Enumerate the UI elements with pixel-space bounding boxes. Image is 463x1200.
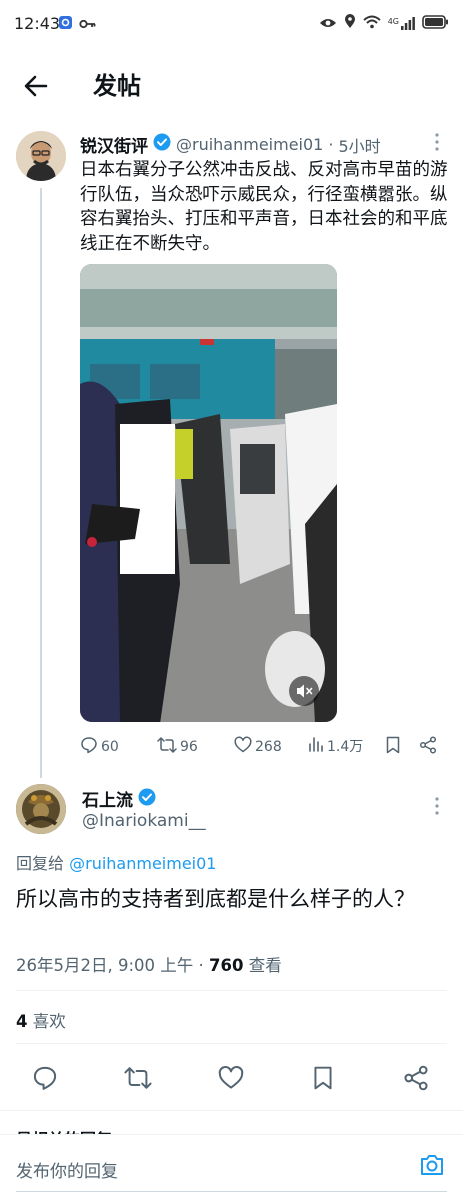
reply-composer[interactable]: 发布你的回复: [0, 1134, 463, 1200]
vpn-icon: [58, 15, 73, 34]
verified-badge-icon: [153, 133, 171, 156]
signal-icon: 4G: [388, 17, 415, 30]
reply-icon: [80, 736, 98, 758]
bookmark-icon: [312, 1065, 334, 1095]
share-icon: [419, 736, 437, 758]
author-name[interactable]: 锐汉街评: [80, 132, 148, 157]
bookmark-icon: [385, 736, 401, 758]
reply-count: 60: [101, 739, 119, 755]
views-label: 查看: [243, 956, 282, 975]
wifi-icon: [363, 14, 381, 33]
top-app-bar: 发帖: [0, 52, 463, 118]
network-type: 4G: [387, 17, 399, 26]
post-date: 26年5月2日, 9:00 上午 ·: [16, 956, 210, 975]
repost-icon: [157, 736, 177, 758]
like-icon: [218, 1065, 244, 1094]
video-player[interactable]: [80, 264, 337, 722]
post-action-bar: [0, 1052, 463, 1104]
more-icon[interactable]: [430, 795, 444, 821]
thread-connector: [40, 188, 42, 778]
share-button[interactable]: [403, 1065, 429, 1095]
post-text: 所以高市的支持者到底都是什么样子的人？: [16, 887, 415, 911]
views-count: 760: [209, 956, 244, 975]
like-count: 268: [255, 738, 282, 755]
likes-label: 喜欢: [27, 1012, 66, 1031]
bookmark-button[interactable]: [385, 736, 401, 758]
likes-count: 4: [16, 1012, 28, 1031]
more-icon[interactable]: [430, 131, 444, 157]
repost-button[interactable]: 96: [157, 736, 198, 758]
location-icon: [344, 14, 356, 33]
eye-icon: [319, 14, 337, 33]
avatar[interactable]: [16, 131, 66, 181]
page-title: 发帖: [93, 72, 141, 100]
post-time: 5小时: [338, 136, 381, 156]
views-icon: [308, 736, 324, 756]
like-button[interactable]: [218, 1065, 244, 1094]
divider: [16, 990, 447, 991]
post-text: 日本右翼分子公然冲击反战、反对高市早苗的游行队伍，当众恐吓示威民众，行径蛮横嚣张…: [80, 160, 448, 254]
reply-prefix: 回复给: [16, 854, 65, 873]
reply-button[interactable]: 60: [80, 736, 119, 758]
views-button[interactable]: 1.4万: [308, 736, 363, 756]
camera-icon[interactable]: [419, 1153, 445, 1181]
divider: [16, 1043, 447, 1044]
share-icon: [403, 1065, 429, 1095]
likes-summary[interactable]: 4 喜欢: [16, 1008, 66, 1032]
repost-icon: [124, 1065, 152, 1095]
key-icon: [79, 15, 97, 34]
author-handle[interactable]: @ruihanmeimei01: [176, 135, 323, 154]
repost-count: 96: [180, 739, 198, 755]
like-icon: [234, 736, 252, 757]
share-button[interactable]: [419, 736, 437, 758]
views-count: 1.4万: [327, 739, 364, 755]
reply-context: 回复给 @ruihanmeimei01: [16, 850, 216, 874]
post-author-row: 石上流: [82, 786, 156, 811]
repost-button[interactable]: [124, 1065, 152, 1095]
like-button[interactable]: 268: [234, 736, 282, 757]
divider: [0, 1110, 463, 1111]
back-arrow-icon[interactable]: [20, 70, 52, 102]
reply-target-link[interactable]: @ruihanmeimei01: [69, 854, 216, 873]
avatar[interactable]: [16, 784, 66, 834]
reply-button[interactable]: [32, 1065, 58, 1095]
author-handle[interactable]: @Inariokami__: [82, 811, 206, 831]
author-name[interactable]: 石上流: [82, 786, 133, 811]
mute-icon[interactable]: [289, 676, 319, 706]
status-bar: 12:43 4G: [0, 0, 463, 52]
post-meta: 26年5月2日, 9:00 上午 · 760 查看: [16, 952, 282, 976]
time-separator: ·: [328, 135, 334, 154]
verified-badge-icon: [138, 788, 156, 810]
composer-divider: [16, 1191, 447, 1192]
battery-icon: [422, 14, 449, 33]
post-author-row: 锐汉街评 @ruihanmeimei01 · 5小时: [80, 132, 381, 157]
bookmark-button[interactable]: [312, 1065, 334, 1095]
status-time: 12:43: [14, 14, 61, 33]
reply-icon: [32, 1065, 58, 1095]
reply-input[interactable]: 发布你的回复: [16, 1157, 118, 1182]
post-action-bar: 60 96 268 1.4万: [80, 734, 450, 758]
